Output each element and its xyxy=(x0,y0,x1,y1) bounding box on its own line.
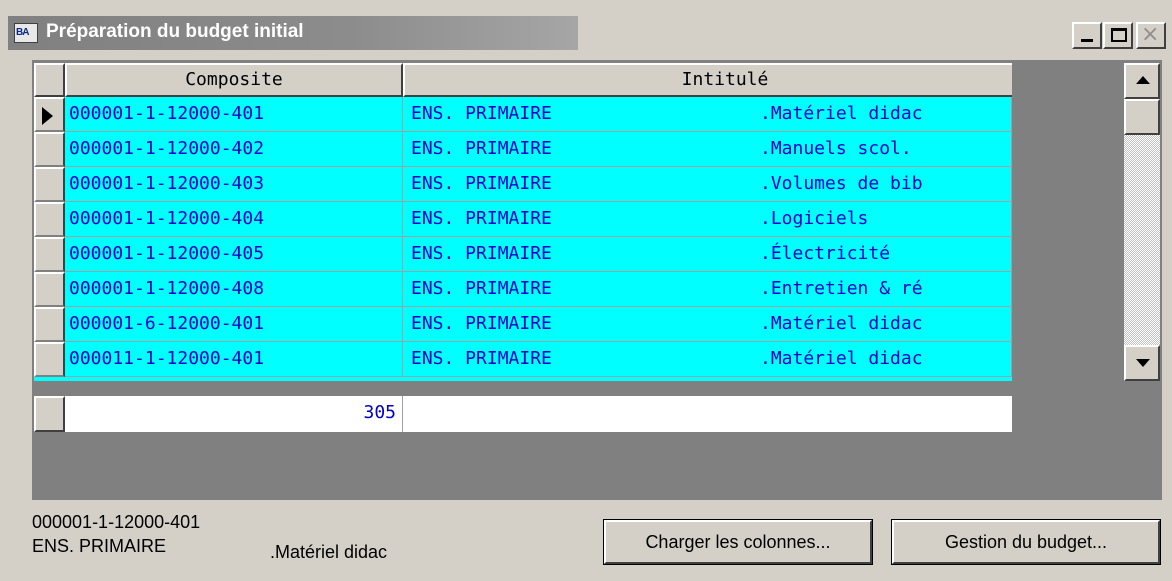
intitule-group: ENS. PRIMAIRE xyxy=(411,243,552,264)
minimize-icon xyxy=(1081,39,1093,42)
intitule-group: ENS. PRIMAIRE xyxy=(411,278,552,299)
load-columns-button[interactable]: Charger les colonnes... xyxy=(604,520,872,564)
table-row[interactable]: 000001-1-12000-404 ENS. PRIMAIRE .Logiciel… xyxy=(34,202,1012,237)
intitule-group: ENS. PRIMAIRE xyxy=(411,103,552,124)
vertical-scrollbar[interactable] xyxy=(1124,63,1160,381)
app-icon: BA xyxy=(14,23,38,43)
title-bar[interactable]: BA Préparation du budget initial xyxy=(8,16,578,50)
intitule-description: .Entretien & ré xyxy=(760,278,923,299)
cell-intitule[interactable]: ENS. PRIMAIRE .Volumes de bib xyxy=(403,167,1012,202)
cell-composite[interactable]: 000001-1-12000-403 xyxy=(65,167,403,202)
intitule-description: .Logiciels xyxy=(760,208,869,229)
manage-budget-button[interactable]: Gestion du budget... xyxy=(892,520,1160,564)
close-icon: × xyxy=(1141,22,1160,47)
scroll-up-button[interactable] xyxy=(1124,63,1160,99)
row-selector[interactable] xyxy=(34,272,65,307)
arrow-up-icon xyxy=(1136,76,1150,84)
header-indicator-cell[interactable] xyxy=(34,63,65,97)
cell-composite[interactable]: 000001-1-12000-401 xyxy=(65,97,403,132)
data-grid: Composite Intitulé 000001-1-12000-401 ENS… xyxy=(34,63,1012,381)
table-row[interactable]: 000011-1-12000-401 ENS. PRIMAIRE .Matériel… xyxy=(34,342,1012,377)
total-row: 305 xyxy=(34,396,1012,432)
intitule-group: ENS. PRIMAIRE xyxy=(411,348,552,369)
maximize-icon xyxy=(1111,28,1127,42)
grid-header: Composite Intitulé xyxy=(34,63,1012,97)
table-row[interactable]: 000001-1-12000-401 ENS. PRIMAIRE .Matériel… xyxy=(34,97,1012,132)
row-selector[interactable] xyxy=(34,167,65,202)
cell-intitule[interactable]: ENS. PRIMAIRE .Matériel didac xyxy=(403,342,1012,377)
total-row-selector[interactable] xyxy=(34,396,65,432)
arrow-down-icon xyxy=(1136,359,1150,367)
budget-window: BA Préparation du budget initial × Compo… xyxy=(0,0,1172,581)
scroll-down-button[interactable] xyxy=(1124,345,1160,381)
cell-intitule[interactable]: ENS. PRIMAIRE .Matériel didac xyxy=(403,307,1012,342)
total-intitule-cell xyxy=(403,396,1012,432)
scroll-thumb[interactable] xyxy=(1124,99,1160,135)
cell-intitule[interactable]: ENS. PRIMAIRE .Entretien & ré xyxy=(403,272,1012,307)
cell-composite[interactable]: 000001-6-12000-401 xyxy=(65,307,403,342)
intitule-description: .Manuels scol. xyxy=(760,138,912,159)
intitule-description: .Volumes de bib xyxy=(760,173,923,194)
row-selector[interactable] xyxy=(34,342,65,377)
close-button[interactable]: × xyxy=(1136,22,1166,49)
row-selector[interactable] xyxy=(34,307,65,342)
intitule-description: .Matériel didac xyxy=(760,348,923,369)
cell-composite[interactable]: 000001-1-12000-405 xyxy=(65,237,403,272)
table-row[interactable]: 000001-6-12000-401 ENS. PRIMAIRE .Matériel… xyxy=(34,307,1012,342)
cell-intitule[interactable]: ENS. PRIMAIRE .Matériel didac xyxy=(403,97,1012,132)
detail-description: .Matériel didac xyxy=(270,542,388,562)
cell-composite[interactable]: 000001-1-12000-408 xyxy=(65,272,403,307)
table-row[interactable]: 000001-1-12000-403 ENS. PRIMAIRE .Volumes … xyxy=(34,167,1012,202)
total-count: 305 xyxy=(65,396,403,432)
row-selector[interactable] xyxy=(34,237,65,272)
detail-group: ENS. PRIMAIRE xyxy=(32,536,167,556)
table-row[interactable]: 000001-1-12000-408 ENS. PRIMAIRE .Entretie… xyxy=(34,272,1012,307)
cell-intitule[interactable]: ENS. PRIMAIRE .Logiciels xyxy=(403,202,1012,237)
detail-composite: 000001-1-12000-401 xyxy=(32,512,201,532)
minimize-button[interactable] xyxy=(1072,22,1102,49)
intitule-group: ENS. PRIMAIRE xyxy=(411,208,552,229)
row-selector[interactable] xyxy=(34,97,65,132)
row-selector[interactable] xyxy=(34,132,65,167)
cell-intitule[interactable]: ENS. PRIMAIRE .Manuels scol. xyxy=(403,132,1012,167)
current-row-arrow-icon xyxy=(42,107,53,125)
intitule-group: ENS. PRIMAIRE xyxy=(411,173,552,194)
cell-intitule[interactable]: ENS. PRIMAIRE .Électricité xyxy=(403,237,1012,272)
cell-composite[interactable]: 000001-1-12000-402 xyxy=(65,132,403,167)
intitule-description: .Électricité xyxy=(760,243,891,264)
table-row[interactable]: 000001-1-12000-405 ENS. PRIMAIRE .Électric… xyxy=(34,237,1012,272)
column-header-intitule[interactable]: Intitulé xyxy=(403,63,1012,97)
cell-composite[interactable]: 000011-1-12000-401 xyxy=(65,342,403,377)
intitule-group: ENS. PRIMAIRE xyxy=(411,313,552,334)
maximize-button[interactable] xyxy=(1103,22,1133,49)
intitule-description: .Matériel didac xyxy=(760,103,923,124)
table-row[interactable]: 000001-1-12000-402 ENS. PRIMAIRE .Manuels … xyxy=(34,132,1012,167)
row-selector[interactable] xyxy=(34,202,65,237)
window-title: Préparation du budget initial xyxy=(46,21,304,42)
column-header-composite[interactable]: Composite xyxy=(65,63,403,97)
app-icon-label: BA xyxy=(16,27,29,38)
intitule-group: ENS. PRIMAIRE xyxy=(411,138,552,159)
cell-composite[interactable]: 000001-1-12000-404 xyxy=(65,202,403,237)
intitule-description: .Matériel didac xyxy=(760,313,923,334)
